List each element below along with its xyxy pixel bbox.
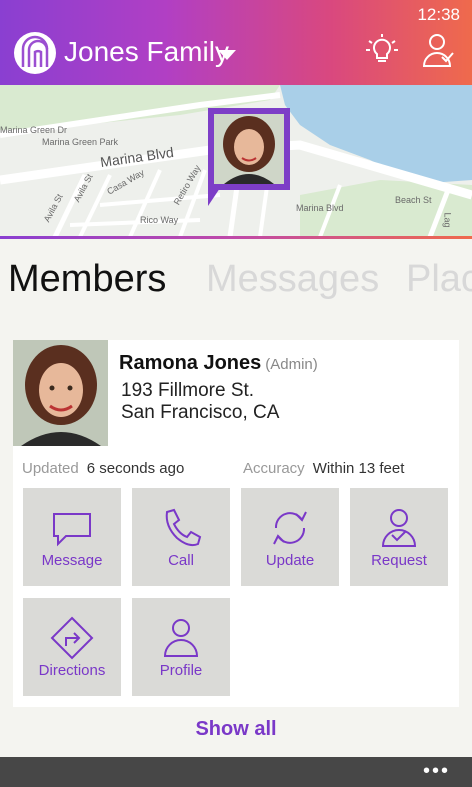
accuracy-value: Within 13 feet <box>312 460 405 477</box>
lightbulb-icon[interactable] <box>364 32 400 68</box>
status-time: 12:38 <box>417 5 460 24</box>
message-button[interactable]: Message <box>23 488 121 586</box>
chevron-down-icon[interactable] <box>218 50 236 60</box>
app-header: 12:38 Jones Family <box>0 0 472 85</box>
member-name-text: Ramona Jones <box>119 352 262 374</box>
map-label: Rico Way <box>140 215 179 225</box>
more-options-icon[interactable]: ••• <box>423 761 450 781</box>
updated-info: Updated 6 seconds ago <box>22 460 184 477</box>
directions-button[interactable]: Directions <box>23 598 121 696</box>
profile-button[interactable]: Profile <box>132 598 230 696</box>
life360-logo-icon[interactable] <box>14 32 56 74</box>
call-button[interactable]: Call <box>132 488 230 586</box>
request-button[interactable]: Request <box>350 488 448 586</box>
tab-messages[interactable]: Messages <box>206 258 379 301</box>
directions-icon <box>50 616 94 660</box>
member-card: Ramona Jones (Admin) 193 Fillmore St. San… <box>13 340 459 707</box>
show-all-link[interactable]: Show all <box>0 718 472 741</box>
map-label: Marina Green Dr <box>0 125 68 135</box>
group-name[interactable]: Jones Family <box>64 36 229 68</box>
tab-members[interactable]: Members <box>8 258 166 301</box>
phone-icon <box>165 508 202 547</box>
app-bar: ••• <box>0 757 472 787</box>
person-check-icon <box>381 509 417 547</box>
directions-button-label: Directions <box>38 662 106 679</box>
updated-label: Updated <box>22 460 79 477</box>
member-avatar[interactable] <box>13 340 108 446</box>
message-icon <box>53 513 91 547</box>
refresh-icon <box>273 511 307 545</box>
accuracy-label: Accuracy <box>243 460 305 477</box>
update-button-label: Update <box>265 552 315 569</box>
tab-places[interactable]: Plac <box>406 258 472 301</box>
map-label: Marina Blvd <box>296 203 344 213</box>
map-label: Lag <box>442 212 453 228</box>
address-line-1: 193 Fillmore St. <box>121 380 255 401</box>
updated-value: 6 seconds ago <box>86 460 185 477</box>
map-label: Beach St <box>395 195 432 205</box>
accuracy-info: Accuracy Within 13 feet <box>243 460 404 477</box>
call-button-label: Call <box>168 552 194 569</box>
request-button-label: Request <box>371 552 427 569</box>
profile-button-label: Profile <box>159 662 203 679</box>
member-role: (Admin) <box>265 356 318 373</box>
address-line-2: San Francisco, CA <box>121 402 280 423</box>
person-check-icon[interactable] <box>420 32 456 68</box>
member-map-pin-tail <box>208 188 220 206</box>
profile-icon <box>163 619 199 657</box>
map-label: Marina Green Park <box>42 137 119 147</box>
member-name: Ramona Jones (Admin) <box>119 352 318 375</box>
update-button[interactable]: Update <box>241 488 339 586</box>
map-divider-line <box>0 236 472 239</box>
message-button-label: Message <box>41 552 103 569</box>
member-pin-avatar[interactable] <box>214 114 284 184</box>
